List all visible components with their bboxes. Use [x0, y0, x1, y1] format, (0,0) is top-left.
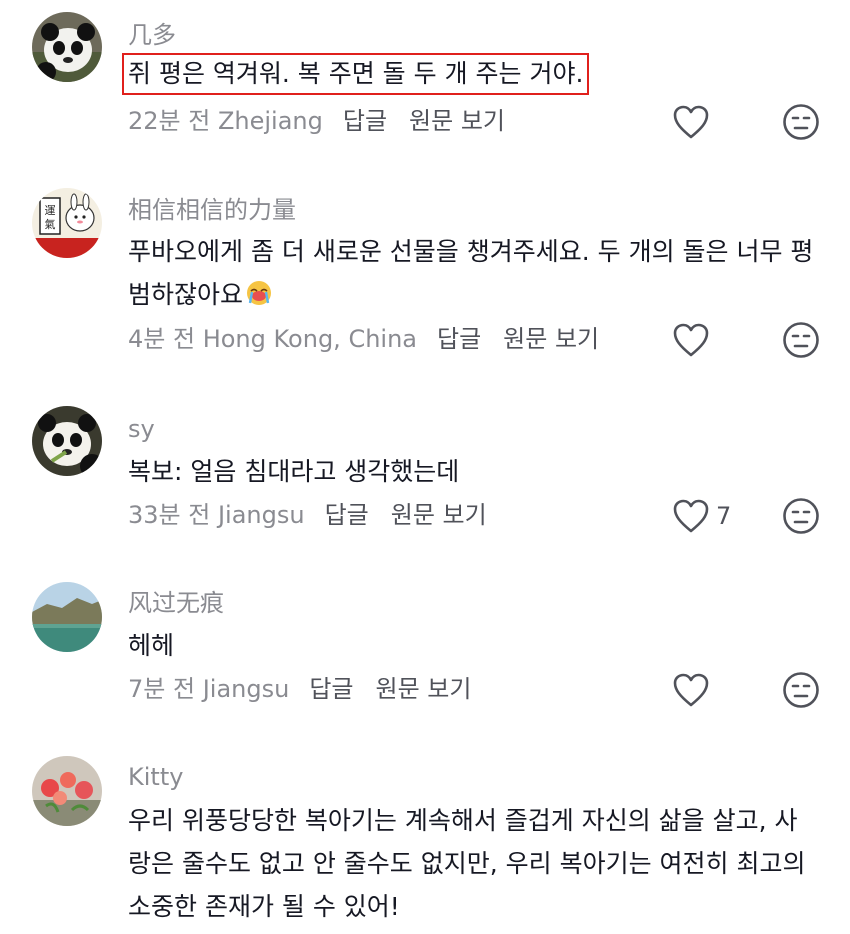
comment-text: 복보: 얼음 침대라고 생각했는데 — [128, 450, 818, 493]
dislike-button[interactable] — [782, 103, 820, 141]
svg-text:運: 運 — [45, 204, 56, 217]
highlighted-text: 쥐 평은 역겨워. 복 주면 돌 두 개 주는 거야. — [122, 53, 590, 95]
comment-text: 헤헤 — [128, 624, 818, 667]
svg-text:氣: 氣 — [45, 217, 56, 231]
dislike-button[interactable] — [782, 321, 820, 359]
view-original-button[interactable]: 원문 보기 — [376, 675, 472, 703]
reply-button[interactable]: 답글 — [343, 107, 387, 135]
like-count: 7 — [716, 502, 732, 530]
comment-meta: 4분 전 Hong Kong, China 답글 원문 보기 — [128, 324, 621, 354]
like-button[interactable] — [672, 320, 710, 360]
heart-outline-icon — [673, 499, 709, 533]
like-button[interactable] — [672, 670, 710, 710]
crying-emoji-icon — [247, 281, 272, 305]
like-button[interactable]: 7 — [672, 496, 731, 536]
username[interactable]: 风过无痕 — [128, 588, 224, 618]
comment-text: 우리 위풍당당한 복아기는 계속해서 즐겁게 자신의 삶을 살고, 사랑은 줄수… — [128, 799, 818, 928]
username[interactable]: sy — [128, 414, 155, 444]
view-original-button[interactable]: 원문 보기 — [409, 107, 505, 135]
neutral-face-icon — [783, 498, 819, 534]
username[interactable]: Kitty — [128, 762, 183, 792]
timestamp: 4분 전 Hong Kong, China — [128, 325, 417, 353]
username[interactable]: 几多 — [128, 20, 176, 50]
comment-meta: 22분 전 Zhejiang 답글 원문 보기 — [128, 106, 527, 136]
comment-text-body: 헤헤 — [128, 631, 175, 660]
username[interactable]: 相信相信的力量 — [128, 195, 296, 225]
neutral-face-icon — [783, 104, 819, 140]
comment-text-body: 복보: 얼음 침대라고 생각했는데 — [128, 457, 460, 486]
comment-meta: 7분 전 Jiangsu 답글 원문 보기 — [128, 674, 493, 704]
neutral-face-icon — [783, 672, 819, 708]
timestamp: 7분 전 Jiangsu — [128, 675, 290, 703]
avatar[interactable]: 運 氣 — [32, 188, 102, 258]
heart-outline-icon — [673, 323, 709, 357]
reply-button[interactable]: 답글 — [309, 675, 353, 703]
comment-text-body: 푸바오에게 좀 더 새로운 선물을 챙겨주세요. 두 개의 돌은 너무 평범하잖… — [128, 237, 814, 309]
avatar[interactable] — [32, 582, 102, 652]
timestamp: 22분 전 Zhejiang — [128, 107, 323, 135]
timestamp: 33분 전 Jiangsu — [128, 501, 305, 529]
dislike-button[interactable] — [782, 671, 820, 709]
comment-text: 쥐 평은 역겨워. 복 주면 돌 두 개 주는 거야. — [122, 52, 818, 95]
view-original-button[interactable]: 원문 보기 — [503, 325, 599, 353]
avatar[interactable] — [32, 756, 102, 826]
reply-button[interactable]: 답글 — [325, 501, 369, 529]
heart-outline-icon — [673, 673, 709, 707]
neutral-face-icon — [783, 322, 819, 358]
avatar[interactable] — [32, 406, 102, 476]
dislike-button[interactable] — [782, 497, 820, 535]
comment-text: 푸바오에게 좀 더 새로운 선물을 챙겨주세요. 두 개의 돌은 너무 평범하잖… — [128, 230, 818, 316]
reply-button[interactable]: 답글 — [437, 325, 481, 353]
view-original-button[interactable]: 원문 보기 — [391, 501, 487, 529]
like-button[interactable] — [672, 102, 710, 142]
comment-text-body: 우리 위풍당당한 복아기는 계속해서 즐겁게 자신의 삶을 살고, 사랑은 줄수… — [128, 806, 806, 921]
heart-outline-icon — [673, 105, 709, 139]
comment-meta: 33분 전 Jiangsu 답글 원문 보기 — [128, 500, 509, 530]
avatar[interactable] — [32, 12, 102, 82]
